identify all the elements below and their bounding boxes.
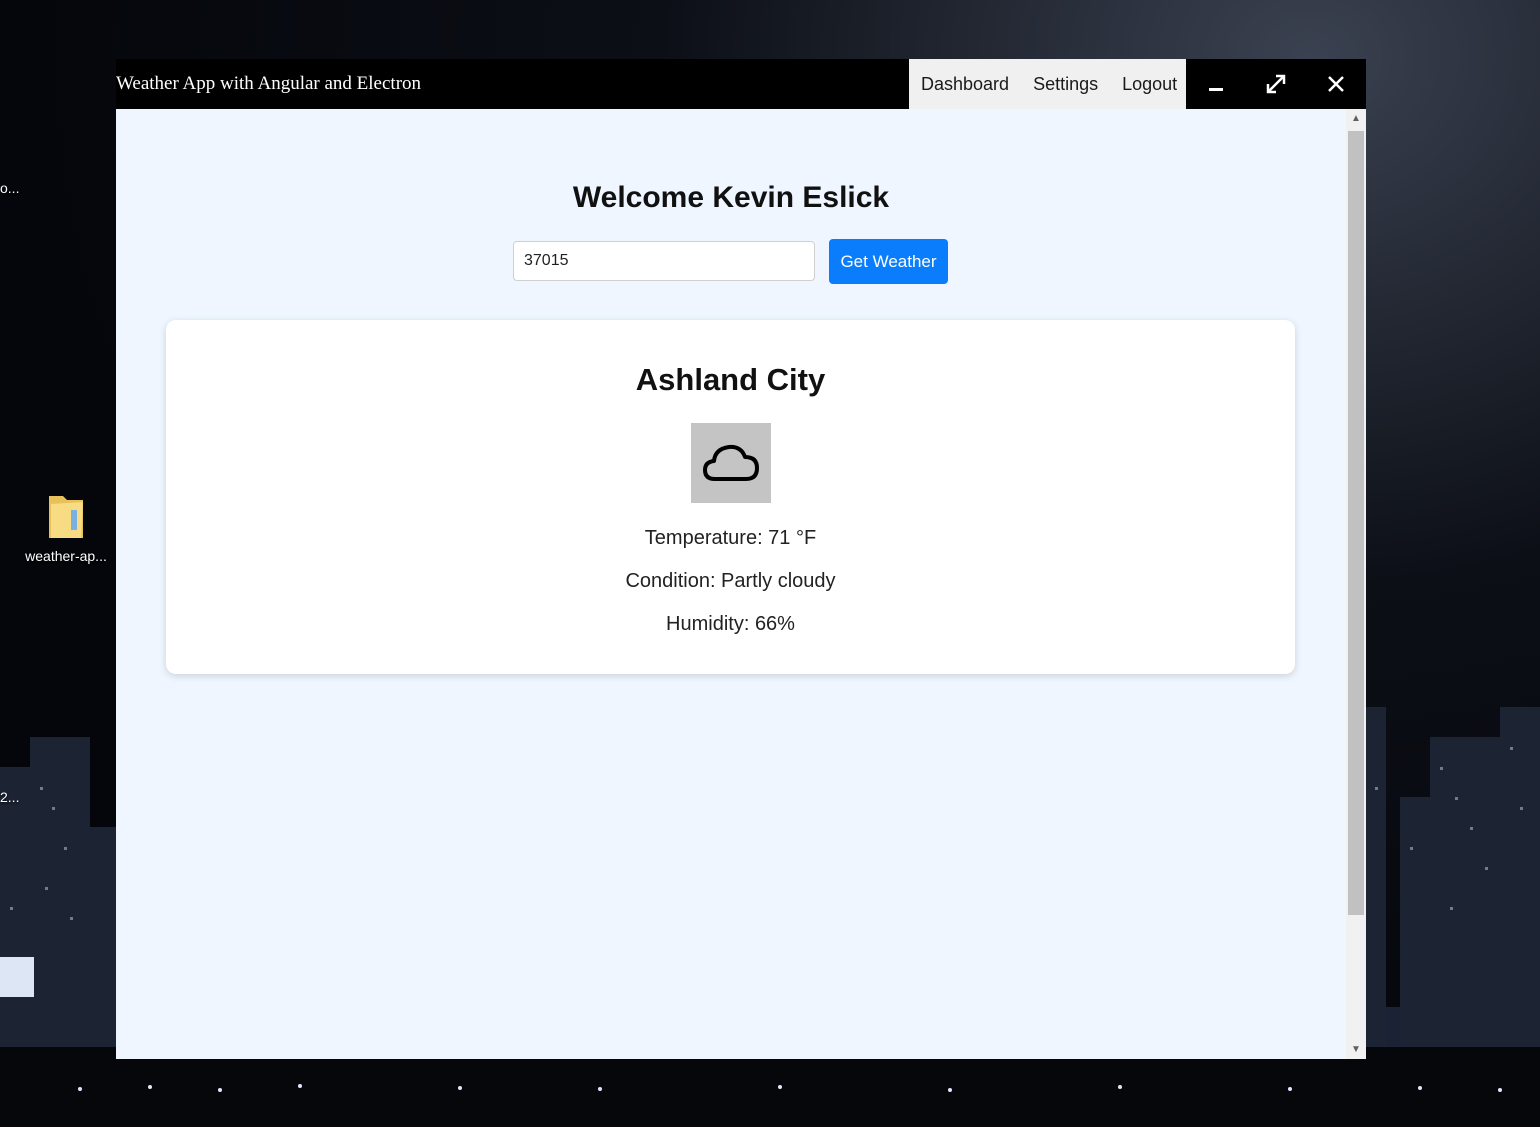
expand-icon bbox=[1266, 74, 1286, 94]
app-window: Weather App with Angular and Electron Da… bbox=[116, 59, 1366, 1059]
folder-icon bbox=[14, 482, 118, 542]
nav-dashboard[interactable]: Dashboard bbox=[909, 74, 1021, 95]
window-title: Weather App with Angular and Electron bbox=[116, 73, 422, 94]
temperature-text: Temperature: 71 °F bbox=[644, 527, 817, 549]
maximize-button[interactable] bbox=[1246, 59, 1306, 109]
welcome-heading: Welcome Kevin Eslick bbox=[572, 181, 890, 214]
nav-settings[interactable]: Settings bbox=[1021, 74, 1110, 95]
nav-menu: Dashboard Settings Logout bbox=[909, 59, 1186, 109]
cloud-icon bbox=[703, 444, 759, 481]
humidity-text: Humidity: 66% bbox=[666, 613, 795, 635]
scrollbar-thumb[interactable] bbox=[1348, 131, 1364, 915]
get-weather-button[interactable]: Get Weather bbox=[829, 239, 948, 284]
desktop-item-fragment[interactable]: o... bbox=[0, 180, 19, 196]
weather-card: Ashland City Temperature: 71 °F Conditio… bbox=[166, 320, 1295, 674]
zip-input[interactable] bbox=[513, 241, 815, 281]
scrollbar[interactable]: ▲ ▼ bbox=[1346, 109, 1366, 1059]
city-name: Ashland City bbox=[635, 362, 826, 397]
scroll-up-arrow-icon[interactable]: ▲ bbox=[1346, 113, 1366, 124]
minimize-button[interactable] bbox=[1186, 59, 1246, 109]
minimize-icon bbox=[1209, 88, 1223, 91]
scroll-down-arrow-icon[interactable]: ▼ bbox=[1346, 1044, 1366, 1055]
main-content: Welcome Kevin Eslick Get Weather Ashland… bbox=[116, 109, 1346, 1059]
desktop-item-fragment[interactable]: 2... bbox=[0, 789, 19, 805]
desktop-folder-label: weather-ap... bbox=[25, 548, 107, 564]
weather-icon-box bbox=[691, 423, 771, 503]
desktop-folder[interactable]: weather-ap... bbox=[14, 482, 118, 564]
nav-logout[interactable]: Logout bbox=[1110, 74, 1189, 95]
title-bar[interactable]: Weather App with Angular and Electron Da… bbox=[116, 59, 1366, 109]
close-icon bbox=[1328, 76, 1344, 92]
condition-text: Condition: Partly cloudy bbox=[625, 570, 836, 592]
close-button[interactable] bbox=[1306, 59, 1366, 109]
